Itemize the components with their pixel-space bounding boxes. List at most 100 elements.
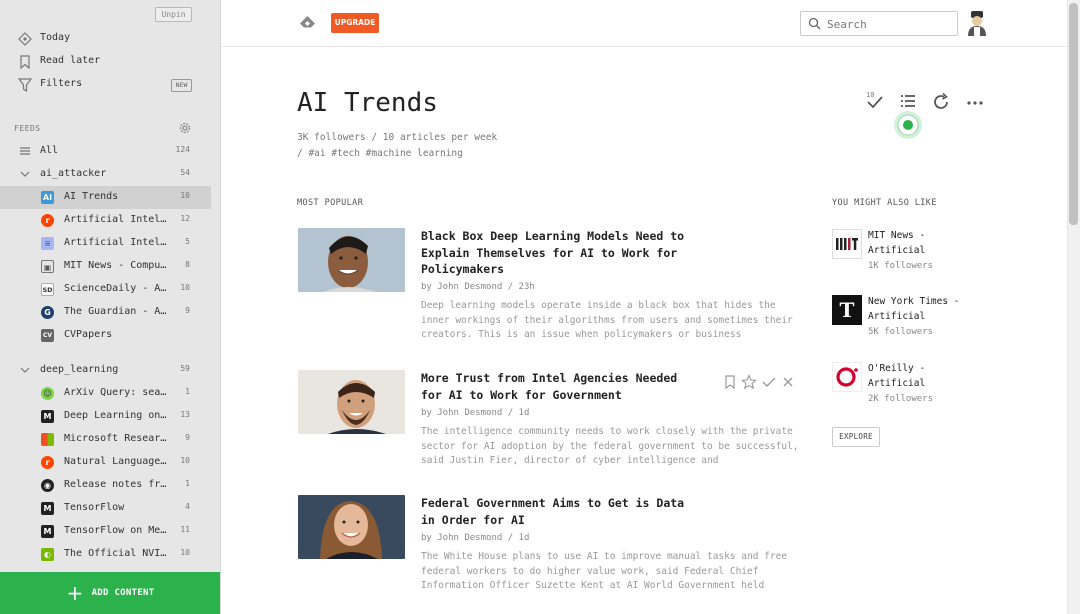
- avatar[interactable]: [964, 10, 990, 36]
- feed-item-count: 12: [180, 214, 190, 223]
- feed-item[interactable]: ☺ ArXiv Query: sea… 1: [0, 382, 211, 405]
- plus-icon: +: [66, 581, 84, 605]
- feed-item-label: The Guardian - A…: [64, 306, 167, 317]
- article-byline: by John Desmond / 1d: [421, 533, 530, 543]
- oreilly-logo-icon: [832, 362, 862, 392]
- feed-tags: / #ai #tech #machine learning: [297, 148, 463, 159]
- gear-icon[interactable]: [178, 121, 192, 135]
- article-thumbnail[interactable]: [298, 370, 405, 434]
- article-title[interactable]: Black Box Deep Learning Models Need to E…: [421, 228, 711, 278]
- feed-item[interactable]: r Artificial Intel… 12: [0, 209, 211, 232]
- feed-item-count: 9: [185, 306, 190, 315]
- chevron-down-icon: [20, 171, 30, 177]
- filter-icon: [18, 78, 32, 92]
- feed-item[interactable]: ▣ MIT News - Compu… 8: [0, 255, 211, 278]
- feed-group-ai-attacker[interactable]: ai_attacker 54: [0, 163, 211, 186]
- article-byline: by John Desmond / 1d: [421, 408, 530, 418]
- article-title[interactable]: More Trust from Intel Agencies Needed fo…: [421, 370, 681, 403]
- suggestion-name[interactable]: O'Reilly - Artificial: [868, 362, 978, 391]
- feed-item-label: AI Trends: [64, 191, 119, 202]
- feed-item[interactable]: ◉ Release notes fr… 1: [0, 474, 211, 497]
- suggestion-item[interactable]: O'Reilly - Artificial 2K followers: [832, 362, 982, 412]
- unpin-button[interactable]: Unpin: [155, 7, 192, 22]
- feed-item-label: Natural Language…: [64, 456, 167, 467]
- feed-item-label: TensorFlow: [64, 502, 125, 513]
- feed-item-label: Microsoft Resear…: [64, 433, 167, 444]
- feed-item[interactable]: M TensorFlow 4: [0, 497, 211, 520]
- mit-news-icon: ▣: [41, 260, 54, 273]
- reddit-icon: r: [41, 456, 54, 469]
- mit-logo-icon: [832, 229, 862, 259]
- scrollbar-thumb[interactable]: [1069, 3, 1078, 225]
- article-title[interactable]: Federal Government Aims to Get is Data i…: [421, 495, 691, 528]
- nav-read-later[interactable]: Read later: [0, 51, 211, 74]
- feedly-logo-icon[interactable]: [299, 15, 316, 32]
- feed-item-ai-trends[interactable]: AI AI Trends 10: [0, 186, 211, 209]
- list-icon: [20, 147, 30, 155]
- mark-as-read-icon[interactable]: [865, 92, 885, 112]
- feed-item-count: 8: [185, 260, 190, 269]
- feed-item-label: Deep Learning on…: [64, 410, 167, 421]
- feed-item[interactable]: Microsoft Resear… 9: [0, 428, 211, 451]
- article-card[interactable]: Black Box Deep Learning Models Need to E…: [297, 228, 802, 348]
- feed-item[interactable]: M Deep Learning on… 13: [0, 405, 211, 428]
- feed-item[interactable]: G The Guardian - A… 9: [0, 301, 211, 324]
- feed-group-deep-learning[interactable]: deep_learning 59: [0, 359, 211, 382]
- refresh-icon[interactable]: [931, 92, 951, 112]
- mark-read-icon[interactable]: [761, 374, 777, 390]
- article-thumbnail[interactable]: [298, 495, 405, 559]
- svg-text:T: T: [840, 298, 855, 322]
- ai-trends-icon: AI: [41, 191, 54, 204]
- medium-icon: M: [41, 410, 54, 423]
- article-byline: by John Desmond / 23h: [421, 282, 535, 292]
- feed-all[interactable]: All 124: [0, 140, 211, 163]
- suggestion-name[interactable]: New York Times - Artificial: [868, 295, 978, 324]
- list-view-icon[interactable]: [898, 92, 918, 112]
- suggestion-item[interactable]: T New York Times - Artificial 5K followe…: [832, 295, 982, 345]
- article-card[interactable]: More Trust from Intel Agencies Needed fo…: [297, 370, 802, 470]
- feed-item[interactable]: ◐ The Official NVI… 10: [0, 543, 211, 566]
- sciencedaily-icon: SD: [41, 283, 54, 296]
- sidebar: Unpin Today Read later Filters NEW FEEDS…: [0, 0, 221, 614]
- medium-icon: M: [41, 525, 54, 538]
- feed-item[interactable]: CV CVPapers: [0, 324, 211, 347]
- add-content-label: ADD CONTENT: [91, 588, 155, 598]
- feeds-heading: FEEDS: [14, 124, 41, 133]
- feed-group-label: deep_learning: [40, 364, 119, 375]
- explore-button[interactable]: EXPLORE: [832, 427, 880, 447]
- feed-item-count: 10: [180, 548, 190, 557]
- suggestion-name[interactable]: MIT News - Artificial: [868, 229, 978, 258]
- feed-item-count: 11: [180, 525, 190, 534]
- medium-icon: M: [41, 502, 54, 515]
- nav-today[interactable]: Today: [0, 28, 211, 51]
- nav-filters-label: Filters: [40, 78, 83, 89]
- feed-item[interactable]: M TensorFlow on Me… 11: [0, 520, 211, 543]
- feed-all-label: All: [40, 145, 59, 156]
- feed-item-count: 10: [180, 456, 190, 465]
- more-options-icon[interactable]: [965, 92, 985, 112]
- nyt-logo-icon: T: [832, 295, 862, 325]
- article-thumbnail[interactable]: [298, 228, 405, 292]
- search-box[interactable]: [800, 11, 958, 36]
- page-title: AI Trends: [297, 88, 438, 118]
- upgrade-button[interactable]: UPGRADE: [331, 13, 379, 33]
- feed-item-label: TensorFlow on Me…: [64, 525, 167, 536]
- feed-item[interactable]: r Natural Language… 10: [0, 451, 211, 474]
- feed-item[interactable]: SD ScienceDaily - A… 10: [0, 278, 211, 301]
- add-content-button[interactable]: + ADD CONTENT: [0, 572, 220, 614]
- feed-item-label: MIT News - Compu…: [64, 260, 167, 271]
- article-card[interactable]: Federal Government Aims to Get is Data i…: [297, 495, 802, 595]
- feed-group-count: 54: [180, 168, 190, 177]
- close-icon[interactable]: [780, 374, 796, 390]
- feed-item-label: Release notes fr…: [64, 479, 167, 490]
- star-icon[interactable]: [740, 374, 758, 390]
- feed-item-label: ScienceDaily - A…: [64, 283, 167, 294]
- suggestion-item[interactable]: MIT News - Artificial 1K followers: [832, 229, 982, 279]
- article-summary: Deep learning models operate inside a bl…: [421, 300, 793, 341]
- reddit-icon: r: [41, 214, 54, 227]
- top-bar: UPGRADE: [221, 0, 1067, 47]
- search-input[interactable]: [827, 15, 952, 33]
- save-for-later-icon[interactable]: [722, 374, 738, 390]
- feed-item[interactable]: ≡ Artificial Intel… 5: [0, 232, 211, 255]
- new-badge: NEW: [171, 79, 192, 92]
